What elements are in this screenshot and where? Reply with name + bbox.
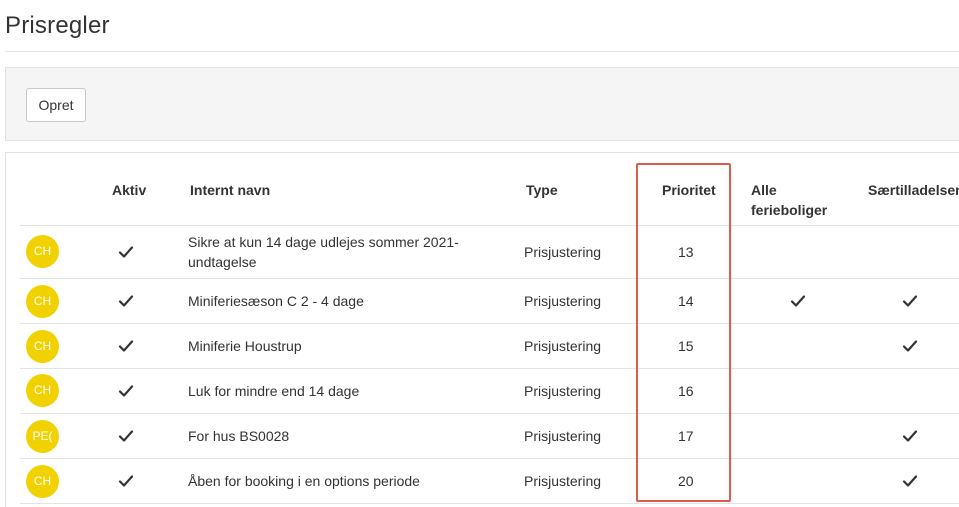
table-row[interactable]: PE( For hus BS0028 Prisjustering 17 bbox=[20, 414, 959, 459]
table-row[interactable]: CH Sikre at kun 14 dage udlejes sommer 2… bbox=[20, 226, 959, 279]
column-header-all-holiday-homes[interactable]: Alle ferieboliger bbox=[751, 180, 827, 220]
avatar: CH bbox=[26, 285, 59, 318]
check-icon bbox=[118, 338, 134, 354]
rule-priority: 20 bbox=[678, 471, 694, 491]
avatar: CH bbox=[26, 465, 59, 498]
rule-name: Miniferie Houstrup bbox=[188, 336, 302, 356]
rule-priority: 15 bbox=[678, 336, 694, 356]
check-icon bbox=[118, 428, 134, 444]
avatar: CH bbox=[26, 374, 59, 407]
rule-priority: 13 bbox=[678, 242, 694, 262]
check-icon bbox=[118, 244, 134, 260]
column-header-all-holiday-homes-line2: ferieboliger bbox=[751, 200, 827, 220]
check-icon bbox=[118, 473, 134, 489]
rule-type: Prisjustering bbox=[524, 336, 601, 356]
avatar: CH bbox=[26, 235, 59, 268]
rule-name: For hus BS0028 bbox=[188, 426, 289, 446]
check-icon bbox=[790, 293, 806, 309]
check-icon bbox=[902, 293, 918, 309]
rule-name-line1: Sikre at kun 14 dage udlejes sommer 2021… bbox=[188, 232, 459, 252]
page-title: Prisregler bbox=[5, 12, 110, 40]
check-icon bbox=[118, 293, 134, 309]
rule-type: Prisjustering bbox=[524, 242, 601, 262]
title-divider bbox=[5, 51, 959, 52]
rule-type: Prisjustering bbox=[524, 291, 601, 311]
column-header-all-holiday-homes-line1: Alle bbox=[751, 180, 827, 200]
rule-name: Åben for booking i en options periode bbox=[188, 471, 420, 491]
table-row[interactable]: CH Miniferiesæson C 2 - 4 dage Prisjuste… bbox=[20, 279, 959, 324]
rule-name: Miniferiesæson C 2 - 4 dage bbox=[188, 291, 364, 311]
table-row[interactable]: CH Luk for mindre end 14 dage Prisjuster… bbox=[20, 369, 959, 414]
rule-priority: 14 bbox=[678, 291, 694, 311]
avatar: PE( bbox=[26, 420, 59, 453]
column-header-type[interactable]: Type bbox=[526, 180, 558, 200]
rule-type: Prisjustering bbox=[524, 426, 601, 446]
check-icon bbox=[902, 473, 918, 489]
table-row[interactable]: CH Åben for booking i en options periode… bbox=[20, 459, 959, 504]
column-header-priority[interactable]: Prioritet bbox=[662, 180, 716, 200]
column-header-internal-name[interactable]: Internt navn bbox=[190, 180, 270, 200]
toolbar: Opret bbox=[5, 67, 959, 141]
rule-name-line2: undtagelse bbox=[188, 252, 459, 272]
create-button[interactable]: Opret bbox=[26, 88, 86, 122]
rule-name: Luk for mindre end 14 dage bbox=[188, 381, 359, 401]
check-icon bbox=[118, 383, 134, 399]
avatar: CH bbox=[26, 330, 59, 363]
rule-priority: 16 bbox=[678, 381, 694, 401]
column-header-special-permissions[interactable]: Særtilladelser bbox=[868, 180, 959, 200]
rule-type: Prisjustering bbox=[524, 471, 601, 491]
rule-priority: 17 bbox=[678, 426, 694, 446]
check-icon bbox=[902, 428, 918, 444]
column-header-active[interactable]: Aktiv bbox=[112, 180, 146, 200]
table-row[interactable]: CH Miniferie Houstrup Prisjustering 15 bbox=[20, 324, 959, 369]
rule-name: Sikre at kun 14 dage udlejes sommer 2021… bbox=[188, 232, 459, 272]
check-icon bbox=[902, 338, 918, 354]
rule-type: Prisjustering bbox=[524, 381, 601, 401]
